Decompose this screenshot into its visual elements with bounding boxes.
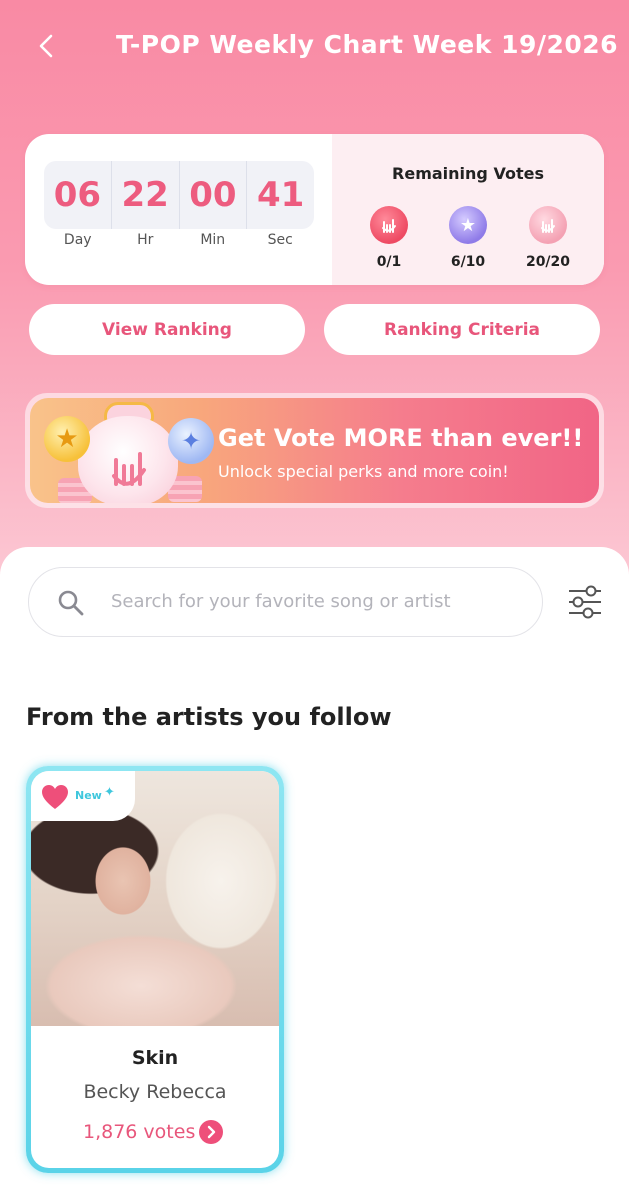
song-card[interactable]: New ✦ Skin Becky Rebecca 1,876 votes (26, 766, 284, 1173)
song-title: Skin (131, 1047, 179, 1069)
promo-banner-body: ★ ✦ Get Vote MORE than ever!! Unlock spe… (30, 398, 599, 503)
timer-hours: 22 (110, 161, 179, 229)
heart-icon[interactable] (41, 784, 69, 810)
label-sec: Sec (267, 232, 293, 248)
new-badge: New ✦ (31, 771, 135, 821)
pink-rock-hand-coin-icon (529, 206, 567, 244)
star-coin-icon: ★ (449, 206, 487, 244)
label-day: Day (63, 232, 92, 248)
back-button[interactable] (30, 30, 62, 62)
label-hr: Hr (137, 232, 154, 248)
timer-days: 06 (53, 175, 102, 215)
banner-title: Get Vote MORE than ever!! (218, 424, 584, 452)
section-title: From the artists you follow (26, 703, 392, 731)
promo-banner[interactable]: ★ ✦ Get Vote MORE than ever!! Unlock spe… (25, 393, 604, 508)
vote-item-star: ★ 6/10 (433, 206, 503, 270)
song-artist: Becky Rebecca (83, 1081, 227, 1103)
search-icon (58, 590, 84, 616)
money-bag-icon (78, 416, 178, 503)
header-background (0, 0, 629, 600)
timer-seconds: 41 (246, 161, 314, 229)
view-ranking-button[interactable]: View Ranking (29, 304, 305, 355)
vote-item-rock: 0/1 (354, 206, 424, 270)
song-votes[interactable]: 1,876 votes (83, 1121, 195, 1143)
vote-count: 0/1 (376, 254, 402, 270)
star-coin-icon: ★ (44, 416, 90, 462)
ranking-criteria-button[interactable]: Ranking Criteria (324, 304, 600, 355)
sparkle-coin-icon: ✦ (168, 418, 214, 464)
chevron-right-icon[interactable] (199, 1120, 223, 1144)
vote-count: 6/10 (450, 254, 486, 270)
page-title: T-POP Weekly Chart Week 19/2026 (116, 30, 619, 59)
top-bar: T-POP Weekly Chart Week 19/2026 (0, 18, 629, 74)
banner-subtitle: Unlock special perks and more coin! (218, 462, 509, 481)
remaining-votes-title: Remaining Votes (392, 164, 544, 183)
song-card-body: New ✦ Skin Becky Rebecca 1,876 votes (31, 771, 279, 1168)
countdown-timer: 06 22 00 41 (44, 161, 314, 229)
remaining-votes-panel: Remaining Votes 0/1 ★ 6/10 20/20 (332, 134, 604, 285)
countdown-card: 06 22 00 41 Day Hr Min Sec Remaining Vot… (25, 134, 604, 285)
timer-minutes: 00 (178, 161, 247, 229)
chevron-left-icon (39, 34, 53, 58)
timer-labels: Day Hr Min Sec (44, 232, 314, 248)
filter-icon[interactable] (566, 584, 604, 620)
search-bar[interactable] (28, 567, 543, 637)
vote-count: 20/20 (525, 254, 571, 270)
vote-item-pink: 20/20 (513, 206, 583, 270)
new-label: New (75, 789, 102, 802)
sparkle-icon: ✦ (104, 785, 115, 800)
search-input[interactable] (111, 568, 521, 635)
rock-hand-coin-icon (370, 206, 408, 244)
label-min: Min (200, 232, 226, 248)
